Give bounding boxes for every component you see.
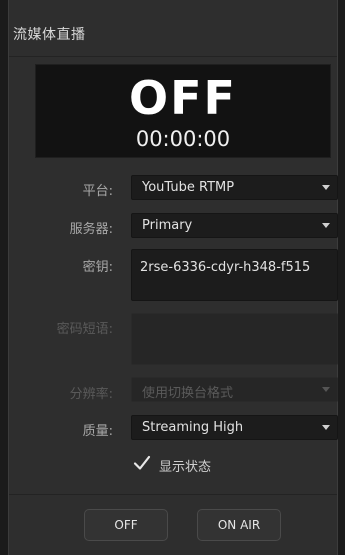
server-select[interactable]: Primary xyxy=(131,213,338,238)
chevron-down-icon xyxy=(322,387,330,392)
passphrase-label: 密码短语: xyxy=(56,322,113,337)
on-air-button[interactable]: ON AIR xyxy=(197,509,281,541)
chevron-down-icon xyxy=(322,223,330,228)
status-display: OFF 00:00:00 xyxy=(35,64,331,158)
platform-select[interactable]: YouTube RTMP xyxy=(131,175,338,200)
checkmark-icon xyxy=(133,455,151,470)
quality-select[interactable]: Streaming High xyxy=(131,415,338,440)
server-value: Primary xyxy=(142,218,193,233)
resolution-label: 分辨率: xyxy=(69,387,113,402)
passphrase-input xyxy=(131,313,338,365)
panel-title: 流媒体直播 xyxy=(13,27,86,43)
stream-timer: 00:00:00 xyxy=(135,127,231,151)
chevron-down-icon xyxy=(322,185,330,190)
chevron-down-icon xyxy=(322,425,330,430)
quality-label: 质量: xyxy=(82,424,113,439)
key-label: 密钥: xyxy=(82,260,113,275)
bottom-divider xyxy=(9,494,337,495)
key-input[interactable]: 2rse-6336-cdyr-h348-f515 xyxy=(131,249,338,301)
title-divider xyxy=(9,56,337,57)
resolution-select: 使用切换台格式 xyxy=(131,377,338,402)
show-status-label: 显示状态 xyxy=(159,460,212,475)
platform-label: 平台: xyxy=(82,184,113,199)
key-value: 2rse-6336-cdyr-h348-f515 xyxy=(140,260,311,275)
resolution-value: 使用切换台格式 xyxy=(142,386,234,401)
stream-state: OFF xyxy=(129,71,237,125)
off-button[interactable]: OFF xyxy=(84,509,168,541)
streaming-panel: 流媒体直播 OFF 00:00:00 平台: YouTube RTMP 服务器:… xyxy=(8,0,338,555)
quality-value: Streaming High xyxy=(142,420,244,435)
server-label: 服务器: xyxy=(69,222,113,237)
platform-value: YouTube RTMP xyxy=(142,180,235,195)
